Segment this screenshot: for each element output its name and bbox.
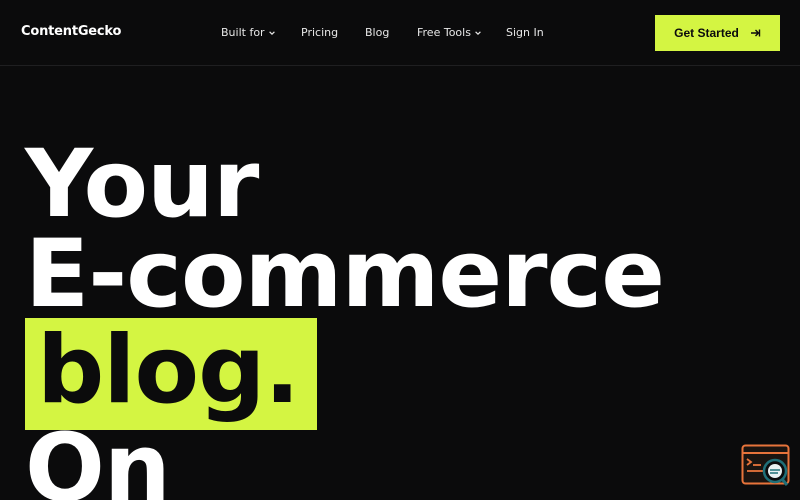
nav-label: Free Tools (417, 26, 471, 39)
chevron-down-icon (475, 30, 481, 35)
nav-label: Sign In (506, 26, 544, 39)
chevron-down-icon (268, 30, 275, 35)
nav-blog[interactable]: Blog (365, 26, 389, 39)
nav-label: Blog (365, 26, 390, 39)
nav-free-tools[interactable]: Free Tools (417, 26, 482, 39)
hero-heading: Your E-commerce blog. On (25, 130, 785, 500)
arrow-right-icon (750, 29, 761, 37)
get-started-button[interactable]: Get Started (655, 15, 780, 51)
top-navigation: ContentGecko Built for Pricing Blog Free… (0, 0, 800, 66)
hero-line-your: Your (25, 130, 259, 239)
hero-line-ecommerce: E-commerce (25, 220, 665, 329)
get-started-label: Get Started (674, 26, 739, 40)
nav-label: Pricing (301, 26, 339, 39)
nav-built-for[interactable]: Built for (221, 26, 276, 39)
nav-pricing[interactable]: Pricing (301, 26, 338, 39)
hero-line-on: On (25, 414, 171, 500)
chat-widget[interactable] (741, 444, 791, 488)
chat-widget-icon (741, 444, 790, 486)
nav-label: Built for (221, 26, 265, 39)
nav-sign-in[interactable]: Sign In (506, 26, 544, 39)
